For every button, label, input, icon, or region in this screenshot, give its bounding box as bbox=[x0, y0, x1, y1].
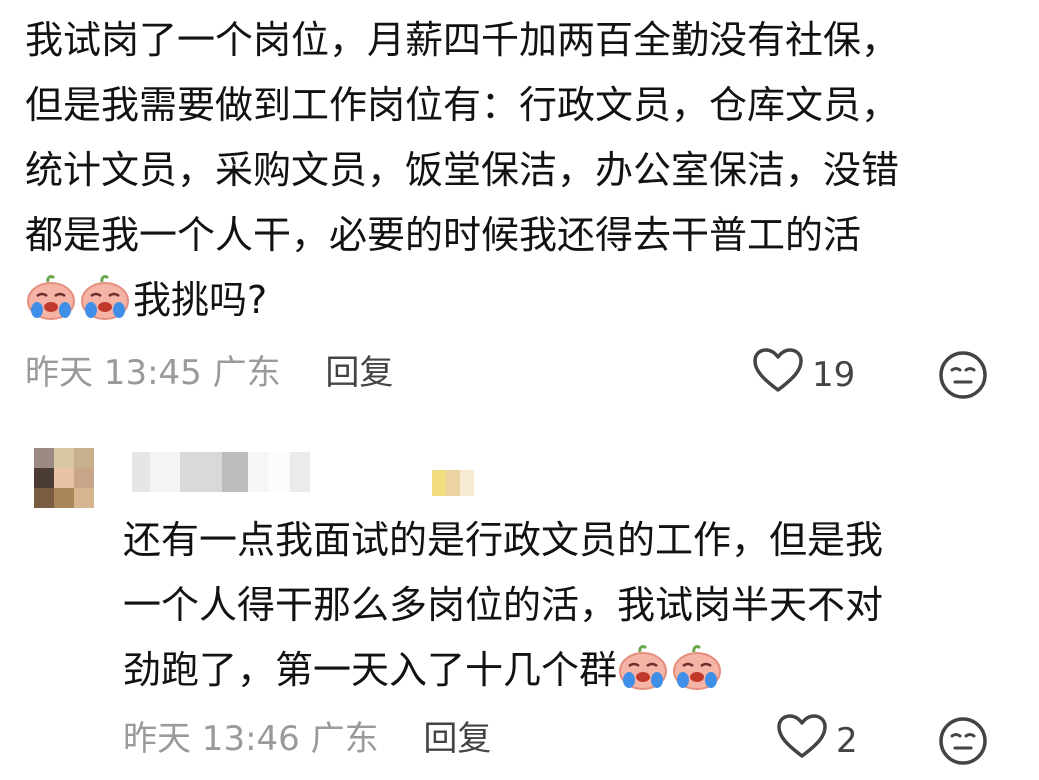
comment-line: 还有一点我面试的是行政文员的工作，但是我 bbox=[123, 518, 884, 562]
username[interactable] bbox=[132, 452, 332, 492]
comment-2-meta: 昨天 13:46 广东 回复 bbox=[123, 714, 491, 764]
heart-outline-icon bbox=[776, 713, 828, 769]
like-button[interactable]: 19 bbox=[752, 347, 856, 403]
reply-button[interactable]: 回复 bbox=[325, 353, 393, 393]
comment-line-last: 劲跑了，第一天入了十几个群 bbox=[123, 638, 1023, 703]
comment-line: 一个人得干那么多岗位的活，我试岗半天不对 bbox=[123, 583, 884, 627]
like-count: 2 bbox=[836, 721, 858, 761]
avatar[interactable] bbox=[34, 448, 94, 508]
comment-1-meta: 昨天 13:45 广东 回复 bbox=[25, 348, 393, 398]
comment-1-text: 我试岗了一个岗位，月薪四千加两百全勤没有社保， 但是我需要做到工作岗位有：行政文… bbox=[25, 8, 1025, 333]
neutral-face-icon[interactable] bbox=[938, 716, 988, 766]
user-badge bbox=[432, 470, 474, 496]
crying-face-emoji bbox=[79, 274, 131, 342]
comment-line: 但是我需要做到工作岗位有：行政文员，仓库文员， bbox=[25, 83, 900, 127]
comment-time: 昨天 13:45 bbox=[25, 353, 202, 393]
heart-outline-icon bbox=[752, 347, 804, 403]
crying-face-emoji bbox=[617, 644, 669, 712]
comment-line: 都是我一个人干，必要的时候我还得去干普工的活 bbox=[25, 213, 862, 257]
comment-2-text: 还有一点我面试的是行政文员的工作，但是我 一个人得干那么多岗位的活，我试岗半天不… bbox=[123, 508, 1023, 703]
reply-button[interactable]: 回复 bbox=[423, 719, 491, 759]
crying-face-emoji bbox=[25, 274, 77, 342]
comment-last-text: 我挑吗? bbox=[133, 278, 268, 322]
comment-line: 统计文员，采购文员，饭堂保洁，办公室保洁，没错 bbox=[25, 148, 900, 192]
comment-line-last: 我挑吗? bbox=[25, 268, 1025, 333]
comment-location: 广东 bbox=[310, 719, 379, 759]
neutral-face-icon[interactable] bbox=[938, 350, 988, 400]
like-button[interactable]: 2 bbox=[776, 713, 858, 769]
comment-last-text: 劲跑了，第一天入了十几个群 bbox=[123, 648, 618, 692]
comment-location: 广东 bbox=[212, 353, 281, 393]
like-count: 19 bbox=[812, 355, 856, 395]
comment-time: 昨天 13:46 bbox=[123, 719, 300, 759]
crying-face-emoji bbox=[671, 644, 723, 712]
comment-line: 我试岗了一个岗位，月薪四千加两百全勤没有社保， bbox=[25, 18, 900, 62]
